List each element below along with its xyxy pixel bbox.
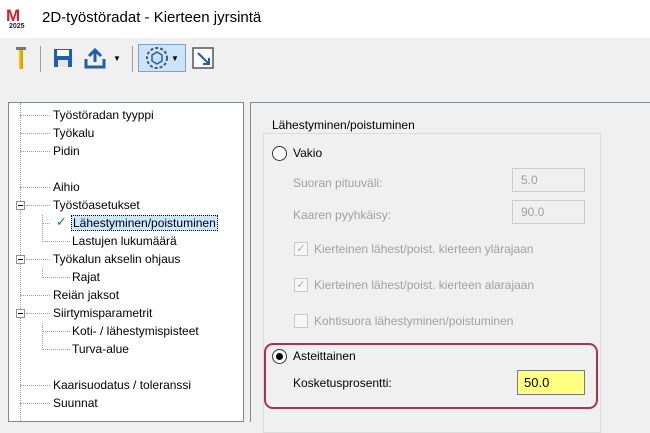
tree-item-siirtymisparametrit[interactable]: Siirtymisparametrit [53, 304, 152, 322]
app-logo-year: 2025 [9, 23, 25, 30]
tree-item-aihio[interactable]: Aihio [53, 178, 80, 196]
helical-top-label: Kierteinen lähest/poist. kierteen yläraj… [314, 242, 534, 256]
tree-item-rajat[interactable]: Rajat [72, 268, 100, 286]
chevron-down-icon: ▼ [113, 53, 121, 63]
arc-sweep-field[interactable]: 90.0 [512, 200, 585, 224]
asteittainen-label: Asteittainen [293, 349, 356, 363]
navigation-tree: Työstöradan tyyppi Työkalu Pidin Aihio T… [8, 102, 244, 422]
tree-item-lahestyminen-poistuminen[interactable]: Lähestyminen/poistuminen [71, 214, 218, 232]
group-title: Lähestyminen/poistuminen [270, 118, 417, 132]
tree-item-kaarisuodatus-toleranssi[interactable]: Kaarisuodatus / toleranssi [53, 376, 191, 394]
straight-length-field[interactable]: 5.0 [512, 168, 585, 192]
tree-item-suunnat[interactable]: Suunnat [53, 394, 98, 412]
expander-tyokalun-akselin-ohjaus[interactable] [16, 255, 25, 264]
tree-item-tyostoasetukset[interactable]: Työstöasetukset [53, 196, 140, 214]
export-button[interactable] [82, 44, 108, 72]
tree-item-koti-lahestymispisteet[interactable]: Koti- / lähestymispisteet [72, 322, 199, 340]
helical-bottom-label: Kierteinen lähest/poist. kierteen alaraj… [314, 278, 535, 292]
export-dropdown[interactable]: ▼ [110, 44, 124, 72]
view-mode-button[interactable]: ▼ [138, 44, 186, 72]
asteittainen-radio[interactable] [272, 349, 287, 364]
chevron-down-icon: ▼ [171, 53, 179, 63]
check-icon: ✓ [56, 214, 67, 229]
tree-item-pidin[interactable]: Pidin [53, 142, 80, 160]
window-icon [192, 47, 214, 69]
arc-sweep-label: Kaaren pyyhkäisy: [293, 208, 392, 222]
save-icon [54, 49, 72, 67]
perpendicular-checkbox[interactable] [294, 314, 308, 328]
contact-percent-label: Kosketusprosentti: [293, 376, 392, 390]
expander-tyostoasetukset[interactable] [16, 201, 25, 210]
app-logo: M 2025 [6, 6, 32, 32]
view-mode-icon [146, 47, 169, 69]
tree-item-turva-alue[interactable]: Turva-alue [72, 340, 129, 358]
contact-percent-field[interactable]: 50.0 [517, 370, 585, 395]
tree-item-lastujen-lukumaara[interactable]: Lastujen lukumäärä [72, 232, 177, 250]
tool-icon [16, 47, 26, 69]
tree-item-reian-jaksot[interactable]: Reiän jaksot [53, 286, 119, 304]
tree-item-tyokalun-akselin-ohjaus[interactable]: Työkalun akselin ohjaus [53, 250, 180, 268]
tree-item-tyokalu[interactable]: Työkalu [53, 124, 94, 142]
helical-bottom-checkbox[interactable]: ✓ [294, 278, 308, 292]
expander-siirtymisparametrit[interactable] [16, 309, 25, 318]
save-button[interactable] [50, 44, 76, 72]
perpendicular-label: Kohtisuora lähestyminen/poistuminen [314, 314, 514, 328]
window-button[interactable] [190, 44, 216, 72]
toolbar: ▼ ▼ [0, 38, 650, 80]
tree-item-tyostoradan-tyyppi[interactable]: Työstöradan tyyppi [53, 106, 154, 124]
export-icon [84, 47, 106, 69]
vakio-label: Vakio [293, 146, 323, 160]
tool-button[interactable] [8, 44, 34, 72]
straight-length-label: Suoran pituuväli: [293, 176, 383, 190]
helical-top-checkbox[interactable]: ✓ [294, 242, 308, 256]
title-bar: M 2025 2D-työstöradat - Kierteen jyrsint… [0, 0, 650, 38]
window-title: 2D-työstöradat - Kierteen jyrsintä [42, 9, 262, 26]
vakio-radio[interactable] [272, 146, 287, 161]
